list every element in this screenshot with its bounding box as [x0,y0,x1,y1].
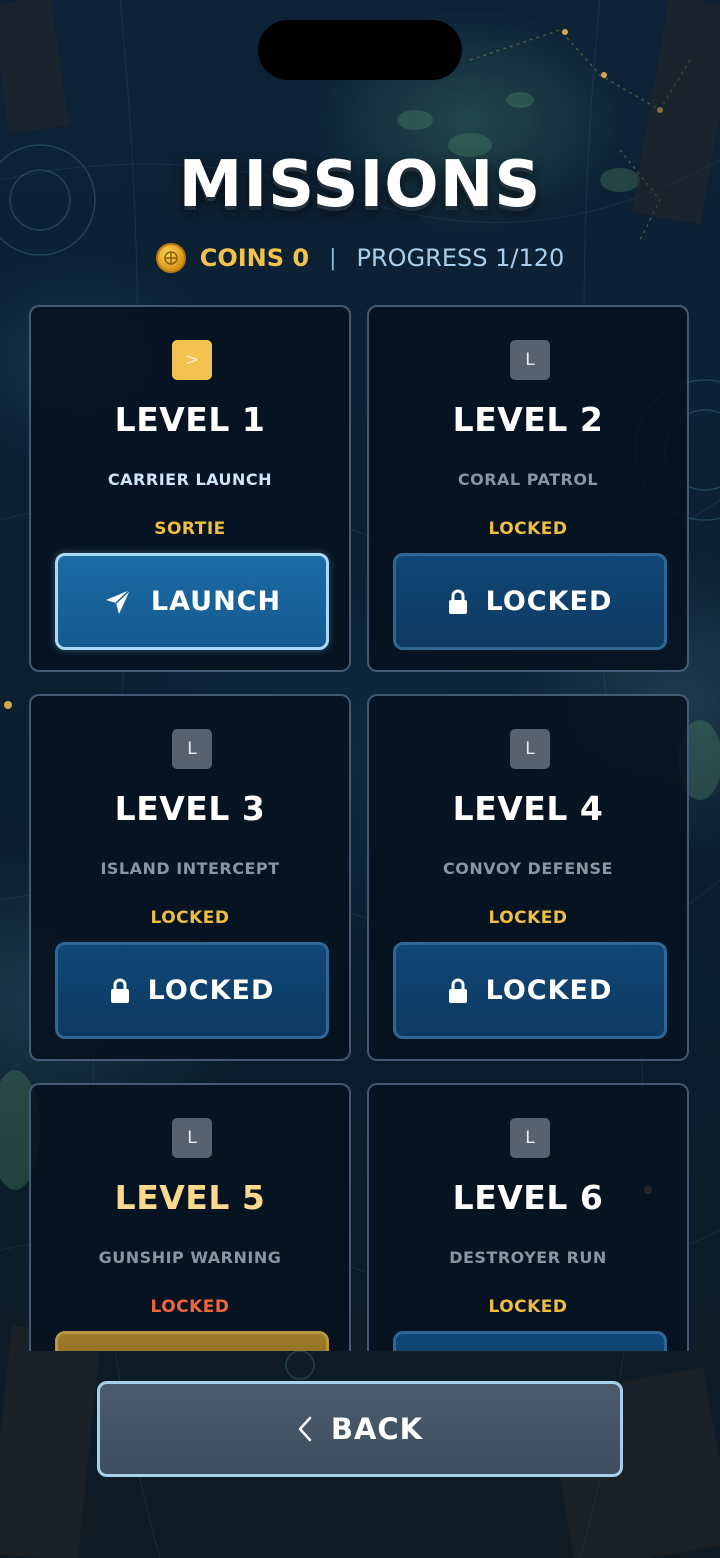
locked-button-label: LOCKED [147,975,275,1006]
level-title: LEVEL 1 [114,400,266,439]
level-title: LEVEL 6 [452,1178,604,1217]
level-card-5[interactable]: L LEVEL 5 GUNSHIP WARNING LOCKED [29,1083,351,1351]
lock-icon [110,978,130,1004]
locked-button-label: LOCKED [485,586,613,617]
stats-separator: | [329,245,337,271]
stats-bar: COINS 0 | PROGRESS 1/120 [0,240,720,276]
level-status-badge: L [510,340,550,380]
level-card-4[interactable]: L LEVEL 4 CONVOY DEFENSE LOCKED LOCKED [367,694,689,1061]
locked-button-label: LOCKED [485,975,613,1006]
level-card-3[interactable]: L LEVEL 3 ISLAND INTERCEPT LOCKED LOCKED [29,694,351,1061]
page-title: MISSIONS [178,148,542,222]
level-subtitle: GUNSHIP WARNING [98,1248,282,1267]
locked-button[interactable]: LOCKED [393,553,667,650]
level-title: LEVEL 2 [452,400,604,439]
device-notch [258,20,462,80]
level-card-1[interactable]: > LEVEL 1 CARRIER LAUNCH SORTIE LAUNCH [29,305,351,672]
level-grid: > LEVEL 1 CARRIER LAUNCH SORTIE LAUNCH L… [29,305,692,1351]
locked-button[interactable]: LOCKED [55,942,329,1039]
launch-button[interactable]: LAUNCH [55,553,329,650]
launch-button-label: LAUNCH [150,586,282,617]
level-status-badge: L [510,729,550,769]
coin-icon [155,243,186,273]
level-title: LEVEL 3 [114,789,266,828]
level-status-badge: L [510,1118,550,1158]
level-5-button[interactable] [55,1331,329,1351]
level-subtitle: CARRIER LAUNCH [107,470,273,489]
level-subtitle: CORAL PATROL [457,470,599,489]
level-status: SORTIE [154,519,226,539]
level-subtitle: DESTROYER RUN [449,1248,607,1267]
paper-plane-icon [103,587,133,617]
level-status-badge: L [172,1118,212,1158]
level-subtitle: CONVOY DEFENSE [443,859,613,878]
level-subtitle: ISLAND INTERCEPT [100,859,280,878]
level-status: LOCKED [488,908,568,928]
level-6-button[interactable] [393,1331,667,1351]
lock-icon [448,978,468,1004]
level-title: LEVEL 5 [114,1178,266,1217]
level-status: LOCKED [488,1297,568,1317]
back-button[interactable]: BACK [97,1381,623,1477]
level-card-2[interactable]: L LEVEL 2 CORAL PATROL LOCKED LOCKED [367,305,689,672]
locked-button[interactable]: LOCKED [393,942,667,1039]
level-status: LOCKED [150,1297,230,1317]
back-button-label: BACK [330,1412,424,1446]
progress-counter: PROGRESS 1/120 [356,244,565,272]
level-status-badge: > [172,340,212,380]
level-card-6[interactable]: L LEVEL 6 DESTROYER RUN LOCKED [367,1083,689,1351]
level-status: LOCKED [488,519,568,539]
level-status: LOCKED [150,908,230,928]
lock-icon [448,589,468,615]
coins-counter: COINS 0 [199,244,310,272]
level-title: LEVEL 4 [452,789,604,828]
level-status-badge: L [172,729,212,769]
chevron-left-icon [297,1416,313,1442]
